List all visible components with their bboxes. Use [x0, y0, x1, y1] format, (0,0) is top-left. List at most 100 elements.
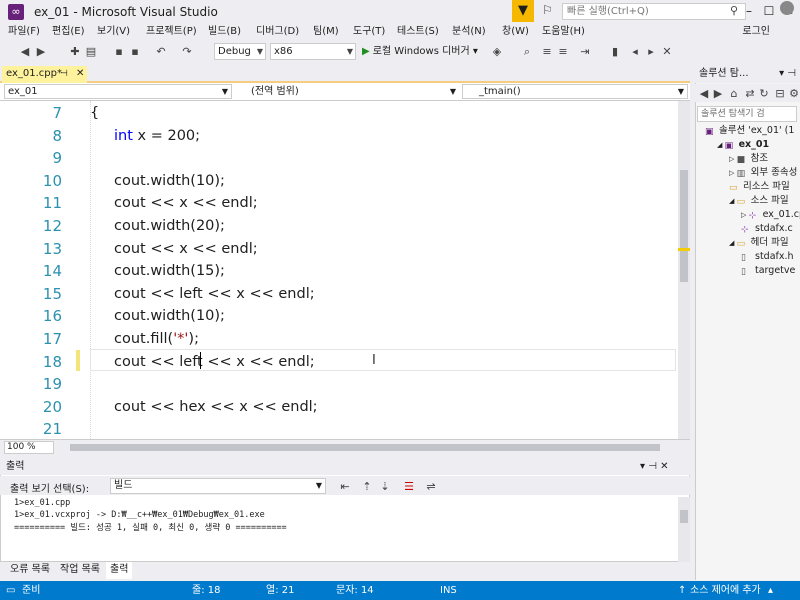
collapse-arrow-icon[interactable]: ◢: [729, 197, 737, 205]
close-tab-icon[interactable]: ✕: [76, 66, 84, 82]
code-line[interactable]: 19: [0, 373, 678, 396]
menu-view[interactable]: 보기(V): [97, 24, 130, 40]
pin-icon[interactable]: ⊣: [60, 66, 68, 82]
next-bookmark-icon[interactable]: ▸: [644, 45, 658, 59]
tab-error-list[interactable]: 오류 목록: [6, 562, 54, 579]
code-text[interactable]: cout << hex << x << endl;: [114, 396, 318, 418]
tab-task-list[interactable]: 작업 목록: [56, 562, 104, 579]
menu-project[interactable]: 프로젝트(P): [146, 24, 197, 40]
output-scroll-thumb[interactable]: [680, 510, 688, 523]
notification-filter-icon[interactable]: ▼: [512, 0, 534, 22]
code-line[interactable]: 12 cout.width(20);: [0, 215, 678, 238]
new-project-icon[interactable]: ✚: [68, 45, 82, 59]
back-icon[interactable]: ◀: [697, 87, 711, 101]
tree-item[interactable]: ⊹ stdafx.c: [741, 222, 793, 236]
code-line[interactable]: 17 cout.fill('*');: [0, 328, 678, 351]
code-text[interactable]: cout << left << x << endl;: [114, 351, 315, 373]
tree-item[interactable]: ▣ 솔루션 'ex_01' (1: [705, 124, 794, 138]
tree-item[interactable]: ▭ 리소스 파일: [729, 180, 790, 194]
code-text[interactable]: int x = 200;: [114, 125, 200, 147]
expand-arrow-icon[interactable]: ▷: [729, 169, 737, 177]
quick-launch-input[interactable]: 빠른 실행(Ctrl+Q): [562, 3, 746, 20]
tab-output[interactable]: 출력: [106, 562, 133, 579]
collapse-arrow-icon[interactable]: ◢: [729, 239, 737, 247]
code-line[interactable]: 15 cout << left << x << endl;: [0, 283, 678, 306]
menu-team[interactable]: 팀(M): [313, 24, 339, 40]
code-line[interactable]: 18 cout << left << x << endl;: [0, 351, 678, 374]
zoom-select[interactable]: 100 %: [4, 441, 54, 454]
menu-window[interactable]: 창(W): [502, 24, 529, 40]
prev-message-icon[interactable]: ⇡: [360, 480, 374, 494]
tree-item[interactable]: ▷ ▥ 외부 종속성: [729, 166, 797, 180]
feedback-icon[interactable]: ⚐: [542, 3, 558, 19]
code-line[interactable]: 21: [0, 418, 678, 439]
scope-dropdown[interactable]: (전역 범위) ▼: [234, 84, 460, 99]
tree-item[interactable]: ▯ stdafx.h: [741, 250, 794, 264]
redo-icon[interactable]: ↷: [180, 45, 194, 59]
code-text[interactable]: cout.width(15);: [114, 260, 225, 282]
word-wrap-icon[interactable]: ⇌: [424, 480, 438, 494]
code-text[interactable]: cout.width(10);: [114, 305, 225, 327]
next-message-icon[interactable]: ⇣: [378, 480, 392, 494]
tree-item[interactable]: ▯ targetve: [741, 264, 795, 278]
code-text[interactable]: cout.width(20);: [114, 215, 225, 237]
code-line[interactable]: 14 cout.width(15);: [0, 260, 678, 283]
comment-icon[interactable]: ≡: [540, 45, 554, 59]
menu-test[interactable]: 테스트(S): [397, 24, 439, 40]
code-text[interactable]: cout.fill('*');: [114, 328, 199, 350]
save-all-icon[interactable]: ▪: [128, 45, 142, 59]
find-icon[interactable]: ⌕: [520, 45, 534, 59]
menu-debug[interactable]: 디버그(D): [256, 24, 299, 40]
clear-bookmarks-icon[interactable]: ✕: [660, 45, 674, 59]
code-line[interactable]: 11 cout << x << endl;: [0, 192, 678, 215]
tab-ex01-cpp[interactable]: ex_01.cpp*: [2, 66, 87, 83]
maximize-button[interactable]: ☐: [760, 2, 778, 20]
code-line[interactable]: 10 cout.width(10);: [0, 170, 678, 193]
output-vertical-scrollbar[interactable]: [678, 497, 690, 562]
function-dropdown[interactable]: _tmain() ▼: [462, 84, 688, 99]
login-link[interactable]: 로그인: [742, 24, 770, 40]
panel-controls-icon[interactable]: ▾ ⊣: [779, 66, 796, 82]
properties-icon[interactable]: ⚙: [787, 87, 800, 101]
user-avatar-icon[interactable]: [780, 1, 794, 15]
back-icon[interactable]: ◀: [18, 45, 32, 59]
code-text[interactable]: cout << left << x << endl;: [114, 283, 315, 305]
expand-arrow-icon[interactable]: ▷: [741, 211, 749, 219]
forward-icon[interactable]: ▶: [34, 45, 48, 59]
sync-icon[interactable]: ⇄: [743, 87, 757, 101]
prev-bookmark-icon[interactable]: ◂: [628, 45, 642, 59]
solution-search-input[interactable]: 솔루션 탐색기 검: [697, 106, 797, 122]
output-panel-controls[interactable]: ▾ ⊣ ✕: [640, 459, 688, 474]
menu-build[interactable]: 빌드(B): [208, 24, 241, 40]
editor-horizontal-scroll-thumb[interactable]: [70, 444, 660, 451]
expand-arrow-icon[interactable]: ▷: [729, 155, 737, 163]
project-dropdown[interactable]: ex_01 ▼: [4, 84, 232, 99]
menu-help[interactable]: 도움말(H): [542, 24, 585, 40]
chevron-up-icon[interactable]: ▴: [768, 581, 773, 600]
tree-item[interactable]: ▷ ⊹ ex_01.cp: [741, 208, 800, 222]
code-line[interactable]: 7{: [0, 102, 678, 125]
minimize-button[interactable]: –: [740, 2, 758, 20]
forward-icon[interactable]: ▶: [711, 87, 725, 101]
code-text[interactable]: {: [90, 102, 99, 124]
indent-icon[interactable]: ⇥: [578, 45, 592, 59]
tree-item[interactable]: ◢ ▭ 헤더 파일: [729, 236, 789, 250]
source-control-button[interactable]: 소스 제어에 추가: [690, 581, 761, 600]
tree-item[interactable]: ◢ ▭ 소스 파일: [729, 194, 789, 208]
menu-tools[interactable]: 도구(T): [353, 24, 385, 40]
undo-icon[interactable]: ↶: [154, 45, 168, 59]
code-text[interactable]: cout << x << endl;: [114, 238, 258, 260]
home-icon[interactable]: ⌂: [727, 87, 741, 101]
code-line[interactable]: 9: [0, 147, 678, 170]
menu-file[interactable]: 파일(F): [8, 24, 40, 40]
find-message-icon[interactable]: ⇤: [338, 480, 352, 494]
uncomment-icon[interactable]: ≡: [556, 45, 570, 59]
tree-item[interactable]: ▷ ■ 참조: [729, 152, 768, 166]
code-text[interactable]: cout.width(10);: [114, 170, 225, 192]
menu-edit[interactable]: 편집(E): [52, 24, 85, 40]
code-line[interactable]: 13 cout << x << endl;: [0, 238, 678, 261]
collapse-arrow-icon[interactable]: ◢: [717, 141, 725, 149]
refresh-icon[interactable]: ↻: [757, 87, 771, 101]
clear-all-icon[interactable]: ☰: [402, 480, 416, 494]
menu-analyze[interactable]: 분석(N): [452, 24, 486, 40]
